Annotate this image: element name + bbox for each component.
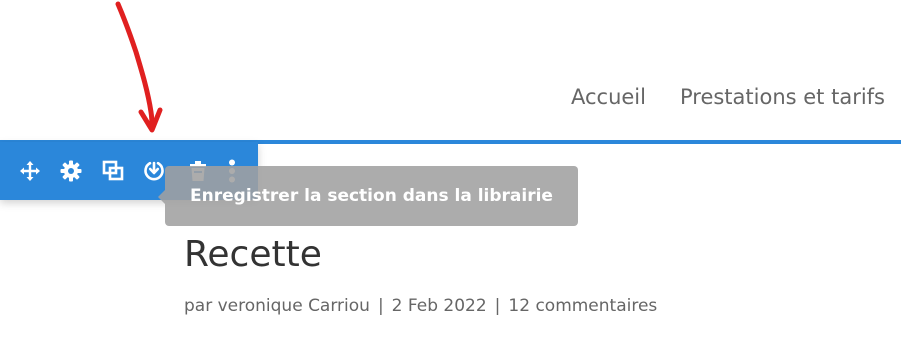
post-title: Recette bbox=[184, 234, 322, 275]
post-meta: par veronique Carriou | 2 Feb 2022 | 12 comm… bbox=[184, 296, 657, 316]
meta-separator: | bbox=[494, 296, 501, 316]
move-button[interactable] bbox=[18, 159, 42, 183]
move-icon bbox=[19, 160, 41, 182]
post-date: 2 Feb 2022 bbox=[391, 296, 487, 316]
tooltip: Enregistrer la section dans la librairie bbox=[158, 166, 578, 226]
duplicate-button[interactable] bbox=[101, 159, 125, 183]
save-to-library-button[interactable] bbox=[142, 159, 166, 183]
post-author[interactable]: par veronique Carriou bbox=[184, 296, 370, 316]
post-comments-link[interactable]: 12 commentaires bbox=[508, 296, 657, 316]
nav-item-accueil[interactable]: Accueil bbox=[571, 85, 646, 109]
tooltip-text: Enregistrer la section dans la librairie bbox=[190, 186, 553, 206]
settings-button[interactable] bbox=[59, 159, 83, 183]
page: Accueil Prestations et tarifs Enregistre… bbox=[0, 0, 901, 358]
gear-icon bbox=[60, 160, 82, 182]
nav-item-prestations[interactable]: Prestations et tarifs bbox=[680, 85, 885, 109]
save-to-library-icon bbox=[143, 160, 165, 182]
meta-separator: | bbox=[377, 296, 384, 316]
duplicate-icon bbox=[102, 160, 124, 182]
tooltip-arrow bbox=[158, 190, 165, 204]
main-nav: Accueil Prestations et tarifs bbox=[571, 85, 885, 109]
